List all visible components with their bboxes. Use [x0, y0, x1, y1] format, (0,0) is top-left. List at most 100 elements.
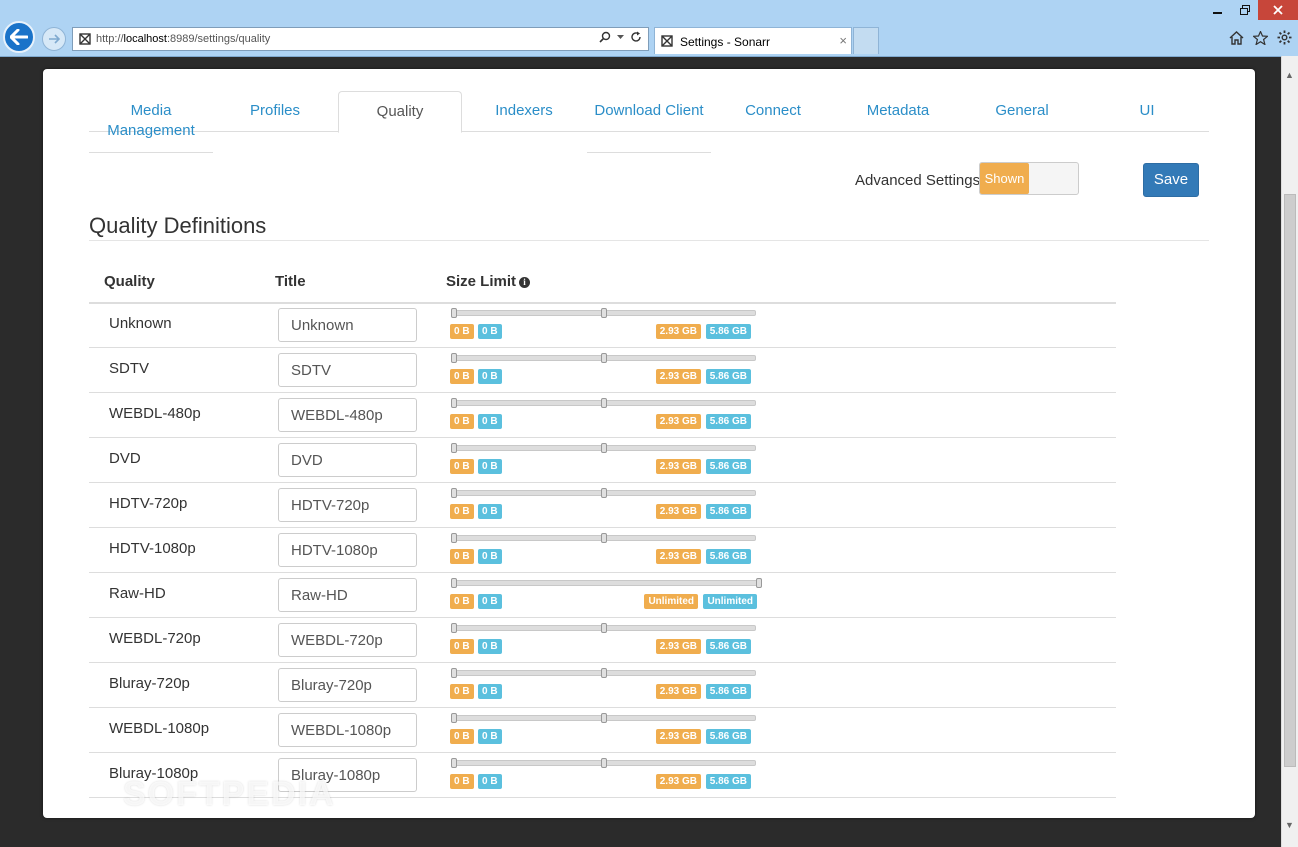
- browser-chrome: http://localhost:8989/settings/quality S…: [0, 0, 1298, 57]
- min-size-badge: 0 B: [450, 594, 474, 609]
- address-bar[interactable]: http://localhost:8989/settings/quality: [72, 27, 649, 51]
- max-max-size-badge: 5.86 GB: [705, 324, 751, 339]
- title-input[interactable]: [278, 533, 417, 567]
- max-max-size-badge: 5.86 GB: [705, 729, 751, 744]
- size-limit-slider[interactable]: 0 B 0 B 2.93 GB 5.86 GB: [448, 443, 758, 479]
- size-limit-slider[interactable]: 0 B 0 B 2.93 GB 5.86 GB: [448, 488, 758, 524]
- min-size-badge: 0 B: [450, 549, 474, 564]
- close-window-icon[interactable]: [1258, 0, 1298, 20]
- quality-name: SDTV: [109, 360, 150, 377]
- scroll-thumb[interactable]: [1284, 194, 1296, 767]
- tab-general[interactable]: General: [960, 91, 1084, 121]
- preferred-size-badge: 0 B: [478, 549, 502, 564]
- slider-handle-min[interactable]: [451, 758, 457, 768]
- slider-track[interactable]: [451, 580, 762, 586]
- quality-name: DVD: [109, 450, 141, 467]
- browser-tab[interactable]: Settings - Sonarr ×: [654, 27, 852, 54]
- slider-handle-min[interactable]: [451, 533, 457, 543]
- title-input[interactable]: [278, 353, 417, 387]
- title-input[interactable]: [278, 758, 417, 792]
- title-input[interactable]: [278, 623, 417, 657]
- new-tab-button[interactable]: [853, 27, 879, 54]
- window-controls: [1204, 0, 1298, 20]
- slider-handle-max[interactable]: [601, 668, 607, 678]
- slider-handle-min[interactable]: [451, 443, 457, 453]
- tab-download-client[interactable]: Download Client: [587, 91, 711, 153]
- home-icon[interactable]: [1229, 30, 1244, 45]
- tab-connect[interactable]: Connect: [711, 91, 835, 121]
- advanced-settings-toggle[interactable]: Shown: [979, 162, 1079, 195]
- size-limit-slider[interactable]: 0 B 0 B 2.93 GB 5.86 GB: [448, 533, 758, 569]
- star-icon[interactable]: [1253, 30, 1268, 45]
- info-icon[interactable]: i: [519, 277, 531, 288]
- refresh-icon[interactable]: [630, 31, 642, 43]
- size-limit-slider[interactable]: 0 B 0 B 2.93 GB 5.86 GB: [448, 758, 758, 794]
- title-input[interactable]: [278, 488, 417, 522]
- arrow-right-icon: [49, 34, 60, 44]
- minimize-icon[interactable]: [1204, 0, 1231, 20]
- slider-handle-max[interactable]: [601, 623, 607, 633]
- tab-indexers[interactable]: Indexers: [462, 91, 586, 121]
- slider-handle-min[interactable]: [451, 623, 457, 633]
- slider-handle-max[interactable]: [601, 308, 607, 318]
- slider-handle-min[interactable]: [451, 398, 457, 408]
- slider-handle-max[interactable]: [601, 758, 607, 768]
- tab-media-management[interactable]: Media Management: [89, 91, 213, 153]
- restore-icon[interactable]: [1231, 0, 1258, 20]
- size-limit-slider[interactable]: 0 B 0 B 2.93 GB 5.86 GB: [448, 398, 758, 434]
- size-limit-slider[interactable]: 0 B 0 B 2.93 GB 5.86 GB: [448, 668, 758, 704]
- gear-icon[interactable]: [1277, 30, 1292, 45]
- preferred-size-badge: 0 B: [478, 324, 502, 339]
- slider-handle-max[interactable]: [601, 533, 607, 543]
- settings-panel: Media Management Profiles Quality Indexe…: [43, 69, 1255, 818]
- title-input[interactable]: [278, 443, 417, 477]
- slider-handle-max[interactable]: [601, 443, 607, 453]
- title-input[interactable]: [278, 668, 417, 702]
- close-tab-icon[interactable]: ×: [839, 33, 847, 48]
- back-button[interactable]: [3, 21, 35, 53]
- search-icon[interactable]: [599, 31, 611, 43]
- page-scrollbar[interactable]: ▲ ▼: [1281, 56, 1298, 847]
- tab-metadata[interactable]: Metadata: [836, 91, 960, 121]
- tab-ui[interactable]: UI: [1085, 91, 1209, 121]
- title-input[interactable]: [278, 578, 417, 612]
- title-input[interactable]: [278, 398, 417, 432]
- slider-handle-min[interactable]: [451, 668, 457, 678]
- size-limit-slider[interactable]: 0 B 0 B 2.93 GB 5.86 GB: [448, 713, 758, 749]
- quality-name: WEBDL-720p: [109, 630, 201, 647]
- slider-handle-min[interactable]: [451, 353, 457, 363]
- tab-quality[interactable]: Quality: [338, 91, 462, 133]
- title-input[interactable]: [278, 713, 417, 747]
- title-input[interactable]: [278, 308, 417, 342]
- slider-handle-max[interactable]: [601, 713, 607, 723]
- slider-handle-max[interactable]: [601, 488, 607, 498]
- slider-handle-min[interactable]: [451, 578, 457, 588]
- slider-handle-min[interactable]: [451, 308, 457, 318]
- slider-handle-max[interactable]: [601, 353, 607, 363]
- save-button[interactable]: Save: [1143, 163, 1199, 197]
- max-size-badge: 2.93 GB: [655, 729, 701, 744]
- section-divider: [89, 240, 1209, 241]
- slider-handle-max[interactable]: [756, 578, 762, 588]
- size-limit-slider[interactable]: 0 B 0 B Unlimited Unlimited: [448, 578, 762, 614]
- section-title: Quality Definitions: [89, 213, 267, 238]
- preferred-size-badge: 0 B: [478, 459, 502, 474]
- tab-profiles[interactable]: Profiles: [213, 91, 337, 121]
- tab-label: Download Client: [594, 102, 704, 119]
- slider-handle-min[interactable]: [451, 713, 457, 723]
- slider-handle-min[interactable]: [451, 488, 457, 498]
- slider-handle-max[interactable]: [601, 398, 607, 408]
- chevron-down-icon[interactable]: [617, 34, 624, 40]
- tab-label: Connect: [745, 102, 801, 119]
- size-limit-slider[interactable]: 0 B 0 B 2.93 GB 5.86 GB: [448, 353, 758, 389]
- preferred-size-badge: 0 B: [478, 504, 502, 519]
- size-limit-slider[interactable]: 0 B 0 B 2.93 GB 5.86 GB: [448, 623, 758, 659]
- scroll-down-icon[interactable]: ▼: [1285, 820, 1294, 830]
- sonarr-favicon-icon: [79, 33, 91, 45]
- forward-button[interactable]: [42, 27, 66, 51]
- max-size-badge: 2.93 GB: [655, 549, 701, 564]
- scroll-up-icon[interactable]: ▲: [1285, 70, 1294, 80]
- size-limit-slider[interactable]: 0 B 0 B 2.93 GB 5.86 GB: [448, 308, 758, 344]
- quality-table-body: Unknown 0 B 0 B 2.93 GB 5.86 GB SDTV 0 B…: [89, 303, 1116, 798]
- quality-name: Bluray-720p: [109, 675, 190, 692]
